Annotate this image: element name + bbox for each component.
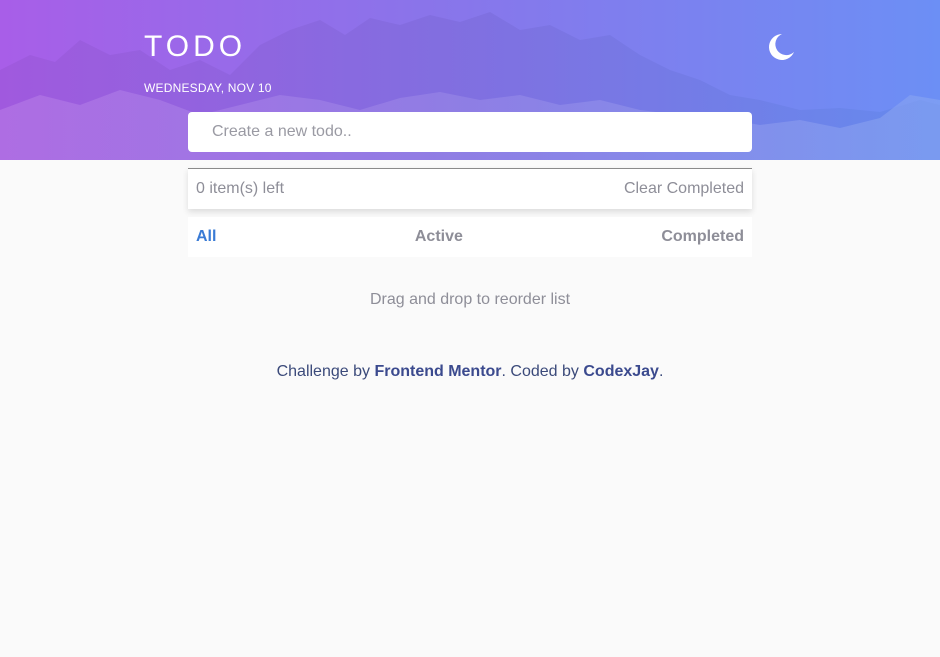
new-todo-box [188,112,752,152]
filter-active-tab[interactable]: Active [415,228,463,246]
frontend-mentor-link[interactable]: Frontend Mentor [374,363,501,380]
theme-toggle-button[interactable] [762,30,796,64]
author-link[interactable]: CodexJay [583,363,659,380]
clear-completed-button[interactable]: Clear Completed [624,180,744,198]
items-left-count: 0 item(s) left [196,180,285,197]
todo-app: TODO WEDNESDAY, NOV 10 0 item(s) left Cl… [0,0,940,657]
filter-completed-tab[interactable]: Completed [661,228,744,246]
app-title: TODO [144,30,247,63]
filter-tabs: All Active Completed [188,217,752,257]
footer-middle: . Coded by [501,363,584,380]
new-todo-input[interactable] [188,112,752,152]
reorder-hint: Drag and drop to reorder list [369,291,571,308]
footer-prefix: Challenge by [276,363,375,380]
moon-icon [769,34,794,60]
current-date: WEDNESDAY, NOV 10 [144,81,272,95]
footer-suffix: . [658,363,664,380]
filter-all-tab[interactable]: All [196,228,216,246]
status-bar: 0 item(s) left Clear Completed [188,168,752,209]
attribution-footer: Challenge by Frontend Mentor. Coded by C… [0,363,940,381]
